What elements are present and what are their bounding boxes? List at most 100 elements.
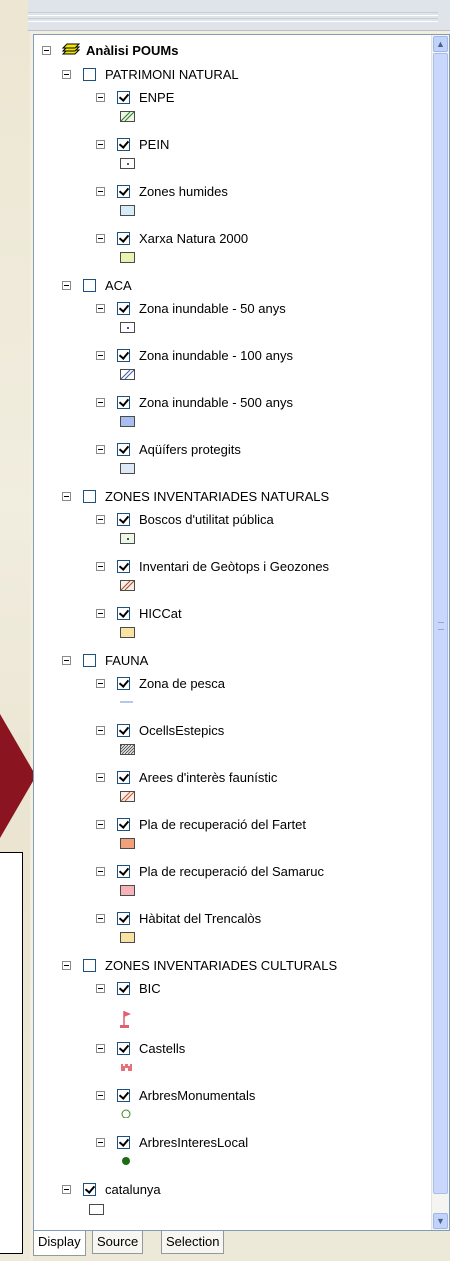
collapse-icon[interactable] (96, 562, 105, 571)
layer-visibility-checkbox[interactable] (117, 185, 130, 198)
tree-outline-icon (120, 1109, 135, 1120)
tab-display[interactable]: Display (33, 1231, 86, 1256)
collapse-icon[interactable] (96, 726, 105, 735)
layer-row[interactable]: Hàbitat del Trencalòs (34, 910, 414, 928)
vertical-scrollbar[interactable]: ▲ ▼ (431, 35, 449, 1230)
layer-visibility-checkbox[interactable] (117, 724, 130, 737)
layer-visibility-checkbox[interactable] (117, 1136, 130, 1149)
layer-visibility-checkbox[interactable] (117, 912, 130, 925)
layer-label: Xarxa Natura 2000 (139, 231, 249, 246)
scroll-down-icon[interactable]: ▼ (433, 1213, 448, 1229)
layer-visibility-checkbox[interactable] (117, 818, 130, 831)
layer-visibility-checkbox[interactable] (117, 607, 130, 620)
collapse-icon[interactable] (96, 820, 105, 829)
collapse-icon[interactable] (96, 398, 105, 407)
group-visibility-checkbox[interactable] (83, 959, 96, 972)
layer-visibility-checkbox[interactable] (117, 232, 130, 245)
layer-visibility-checkbox[interactable] (117, 865, 130, 878)
layer-visibility-checkbox[interactable] (117, 1042, 130, 1055)
layer-row[interactable]: ArbresMonumentals (34, 1087, 414, 1105)
collapse-icon[interactable] (62, 281, 71, 290)
layer-row[interactable]: Aqüífers protegits (34, 441, 414, 459)
layer-row[interactable]: Zones humides (34, 183, 414, 201)
layer-row[interactable]: Xarxa Natura 2000 (34, 230, 414, 248)
legend-symbol-fill-lightgreen (120, 252, 135, 263)
layer-row[interactable]: Inventari de Geòtops i Geozones (34, 558, 414, 576)
tab-source[interactable]: Source (92, 1231, 144, 1254)
layer-visibility-checkbox[interactable] (117, 560, 130, 573)
legend-symbol-fill-paleblue (120, 463, 135, 474)
toolbar-grip[interactable] (28, 12, 438, 16)
scroll-thumb[interactable] (433, 53, 448, 1194)
collapse-icon[interactable] (96, 609, 105, 618)
layer-visibility-checkbox[interactable] (117, 982, 130, 995)
layer-tree: Anàlisi POUMs PATRIMONI NATURAL ENPE PEIN Z… (34, 35, 431, 1230)
collapse-icon[interactable] (62, 70, 71, 79)
layer-label: Boscos d'utilitat pública (139, 512, 274, 527)
layer-row[interactable]: Boscos d'utilitat pública (34, 511, 414, 529)
collapse-icon[interactable] (96, 984, 105, 993)
layer-row[interactable]: Castells (34, 1040, 414, 1058)
layer-row[interactable]: Pla de recuperació del Samaruc (34, 863, 414, 881)
collapse-icon[interactable] (96, 234, 105, 243)
group-label: ZONES INVENTARIADES CULTURALS (105, 958, 338, 973)
scroll-up-icon[interactable]: ▲ (433, 36, 448, 52)
collapse-icon[interactable] (62, 1185, 71, 1194)
group-visibility-checkbox[interactable] (83, 68, 96, 81)
collapse-icon[interactable] (96, 1138, 105, 1147)
collapse-icon[interactable] (62, 656, 71, 665)
layer-visibility-checkbox[interactable] (117, 302, 130, 315)
layer-visibility-checkbox[interactable] (117, 1089, 130, 1102)
layer-visibility-checkbox[interactable] (117, 677, 130, 690)
layer-label: Zona inundable - 500 anys (139, 395, 293, 410)
collapse-icon[interactable] (62, 492, 71, 501)
legend-symbol-dot-darkgreen (120, 533, 135, 544)
layer-visibility-checkbox[interactable] (117, 349, 130, 362)
layer-label: Pla de recuperació del Fartet (139, 817, 306, 832)
layer-row[interactable]: Arees d'interès faunístic (34, 769, 414, 787)
collapse-icon[interactable] (96, 140, 105, 149)
legend-symbol-hatch-green (120, 111, 135, 122)
layer-row[interactable]: ArbresInteresLocal (34, 1134, 414, 1152)
legend-symbol-line-blue (120, 697, 135, 708)
collapse-icon[interactable] (96, 351, 105, 360)
layer-row[interactable]: Zona inundable - 100 anys (34, 347, 414, 365)
layer-row[interactable]: ENPE (34, 89, 414, 107)
collapse-icon[interactable] (96, 515, 105, 524)
tab-selection[interactable]: Selection (161, 1231, 225, 1254)
group-visibility-checkbox[interactable] (83, 654, 96, 667)
collapse-icon[interactable] (96, 1091, 105, 1100)
collapse-icon[interactable] (96, 867, 105, 876)
collapse-icon[interactable] (96, 187, 105, 196)
group-visibility-checkbox[interactable] (83, 490, 96, 503)
layer-row[interactable]: Zona inundable - 50 anys (34, 300, 414, 318)
collapse-icon[interactable] (96, 773, 105, 782)
collapse-icon[interactable] (96, 93, 105, 102)
collapse-icon[interactable] (96, 1044, 105, 1053)
layer-visibility-checkbox[interactable] (117, 771, 130, 784)
collapse-icon[interactable] (96, 445, 105, 454)
collapse-icon[interactable] (96, 914, 105, 923)
group-visibility-checkbox[interactable] (83, 279, 96, 292)
layer-row[interactable]: BIC (34, 980, 414, 998)
collapse-icon[interactable] (62, 961, 71, 970)
legend-symbol-dot-blue (120, 322, 135, 333)
layer-visibility-checkbox[interactable] (83, 1183, 96, 1196)
toolbar-grip-2[interactable] (28, 18, 438, 22)
layer-visibility-checkbox[interactable] (117, 138, 130, 151)
collapse-icon[interactable] (96, 679, 105, 688)
layer-visibility-checkbox[interactable] (117, 396, 130, 409)
layer-row[interactable]: PEIN (34, 136, 414, 154)
layers-icon (61, 43, 80, 55)
layer-row[interactable]: HICCat (34, 605, 414, 623)
layer-row[interactable]: Zona de pesca (34, 675, 414, 693)
layer-visibility-checkbox[interactable] (117, 513, 130, 526)
layer-visibility-checkbox[interactable] (117, 91, 130, 104)
legend-symbol-fill-pink (120, 885, 135, 896)
collapse-icon[interactable] (42, 46, 51, 55)
layer-row[interactable]: OcellsEstepics (34, 722, 414, 740)
layer-visibility-checkbox[interactable] (117, 443, 130, 456)
layer-row[interactable]: Pla de recuperació del Fartet (34, 816, 414, 834)
layer-row[interactable]: Zona inundable - 500 anys (34, 394, 414, 412)
collapse-icon[interactable] (96, 304, 105, 313)
